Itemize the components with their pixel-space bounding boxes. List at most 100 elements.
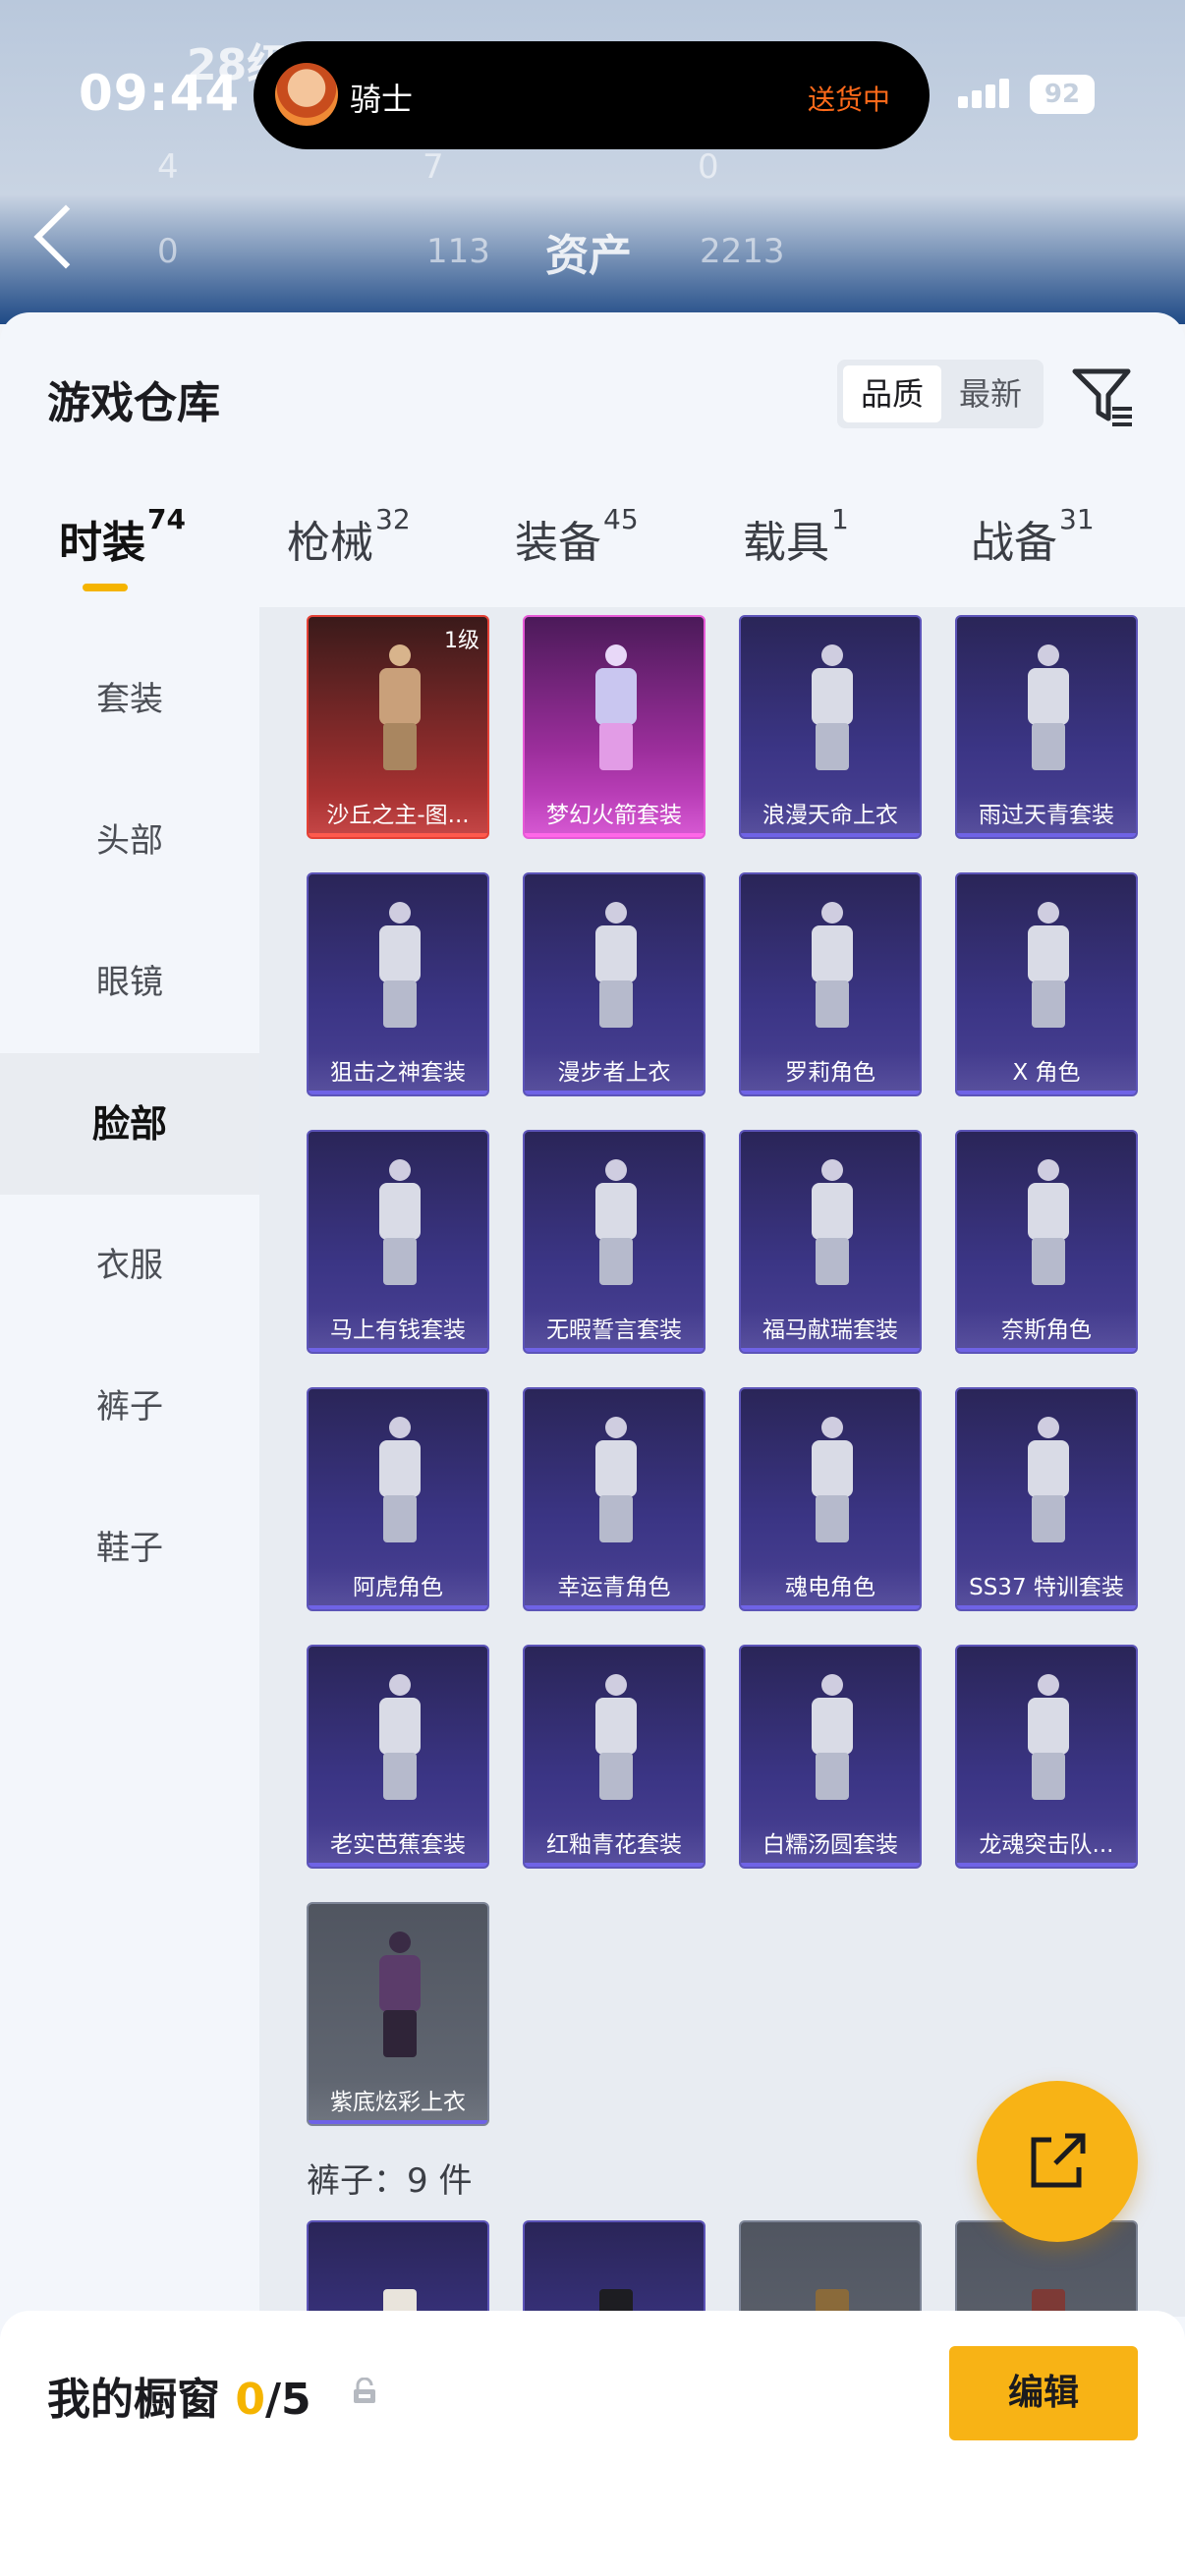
item-thumbnail xyxy=(1016,1674,1081,1800)
item-card[interactable]: 浪漫天命上衣 xyxy=(739,615,922,839)
sidebar-item-shoes[interactable]: 鞋子 xyxy=(0,1478,259,1619)
stat-2: 7 xyxy=(423,147,444,187)
tab-equipment[interactable]: 装备45 xyxy=(515,503,639,570)
sidebar-item-pants[interactable]: 裤子 xyxy=(0,1336,259,1478)
share-button[interactable] xyxy=(977,2081,1138,2242)
rarity-bar xyxy=(309,1863,487,1867)
item-name: 雨过天青套装 xyxy=(957,794,1136,837)
item-card[interactable]: 马上有钱套装 xyxy=(307,1130,489,1354)
item-card[interactable]: 魂电角色 xyxy=(739,1387,922,1611)
item-thumbnail xyxy=(584,902,649,1028)
item-thumbnail xyxy=(367,644,432,770)
item-name: 无暇誓言套装 xyxy=(525,1309,704,1352)
item-card[interactable]: 老实芭蕉套装 xyxy=(307,1645,489,1869)
tab-vehicles[interactable]: 载具1 xyxy=(743,503,849,570)
item-card[interactable]: 罗莉角色 xyxy=(739,872,922,1096)
item-name: 狙击之神套装 xyxy=(309,1051,487,1094)
item-name: 福马献瑞套装 xyxy=(741,1309,920,1352)
item-thumbnail xyxy=(1016,1417,1081,1542)
rarity-bar xyxy=(309,1091,487,1094)
sidebar-item-glasses[interactable]: 眼镜 xyxy=(0,912,259,1053)
item-card[interactable]: 幸运青角色 xyxy=(523,1387,705,1611)
rarity-bar xyxy=(957,833,1136,837)
dynamic-island[interactable]: 骑士 送货中 xyxy=(254,41,930,149)
item-thumbnail xyxy=(800,2250,865,2317)
item-card[interactable]: 红釉青花套装 xyxy=(523,1645,705,1869)
item-card[interactable]: X 角色 xyxy=(955,872,1138,1096)
item-thumbnail xyxy=(800,1159,865,1285)
profile-header-blurred: 28级 4 7 0 0 113 2213 资产 09:44 92 骑士 送货中 xyxy=(0,0,1185,324)
item-card[interactable]: 梦幻火箭套装 xyxy=(523,615,705,839)
rarity-bar xyxy=(741,833,920,837)
item-thumbnail xyxy=(800,1417,865,1542)
item-name: 梦幻火箭套装 xyxy=(525,794,704,837)
active-tab-indicator xyxy=(83,584,128,591)
item-thumbnail xyxy=(1016,644,1081,770)
item-card[interactable]: 紫底炫彩上衣 xyxy=(307,1902,489,2126)
item-grid: 裤子：9 件 1级 沙丘之主-图... 梦幻火箭套装 浪漫天命上衣 雨过天青套装狙击之神… xyxy=(259,607,1185,2317)
item-card[interactable]: 狙击之神套装 xyxy=(307,872,489,1096)
item-card[interactable]: 白糯汤圆套装 xyxy=(739,1645,922,1869)
sidebar-item-clothes[interactable]: 衣服 xyxy=(0,1195,259,1336)
item-card[interactable]: 无暇誓言套装 xyxy=(523,1130,705,1354)
item-card[interactable]: 阿虎角色 xyxy=(307,1387,489,1611)
item-card[interactable]: 奈斯角色 xyxy=(955,1130,1138,1354)
item-thumbnail xyxy=(1016,1159,1081,1285)
item-thumbnail xyxy=(584,1417,649,1542)
item-name: 红釉青花套装 xyxy=(525,1823,704,1867)
item-name: 白糯汤圆套装 xyxy=(741,1823,920,1867)
item-thumbnail xyxy=(800,644,865,770)
back-icon[interactable] xyxy=(33,204,98,269)
item-name: SS37 特训套装 xyxy=(957,1566,1136,1609)
sidebar-item-outfit[interactable]: 套装 xyxy=(0,629,259,770)
item-name: 幸运青角色 xyxy=(525,1566,704,1609)
item-card[interactable]: 1级 沙丘之主-图... xyxy=(307,615,489,839)
tab-guns[interactable]: 枪械32 xyxy=(287,503,411,570)
warehouse-title: 游戏仓库 xyxy=(47,378,220,428)
pants-item-card[interactable] xyxy=(739,2220,922,2317)
rider-avatar xyxy=(275,63,338,126)
pants-item-card[interactable] xyxy=(307,2220,489,2317)
battery-icon: 92 xyxy=(1030,75,1095,114)
item-name: X 角色 xyxy=(957,1051,1136,1094)
rarity-bar xyxy=(741,1605,920,1609)
item-level: 1级 xyxy=(444,629,480,653)
sidebar-item-head[interactable]: 头部 xyxy=(0,770,259,912)
pants-section-label: 裤子：9 件 xyxy=(307,2161,473,2201)
item-card[interactable]: 福马献瑞套装 xyxy=(739,1130,922,1354)
rarity-bar xyxy=(309,1605,487,1609)
tab-fashion[interactable]: 时装74 xyxy=(59,503,186,570)
rarity-bar xyxy=(525,1091,704,1094)
showcase-label: 我的橱窗 0/5 xyxy=(47,2375,311,2425)
showcase-bar: 我的橱窗 0/5 编辑 xyxy=(0,2311,1185,2576)
item-thumbnail xyxy=(800,1674,865,1800)
rarity-bar xyxy=(957,1348,1136,1352)
item-thumbnail xyxy=(367,2250,432,2317)
item-thumbnail xyxy=(367,1932,432,2057)
delivery-status: 送货中 xyxy=(807,84,890,116)
item-card[interactable]: 漫步者上衣 xyxy=(523,872,705,1096)
item-thumbnail xyxy=(1016,2250,1081,2317)
sort-quality-button[interactable]: 品质 xyxy=(843,365,941,422)
item-thumbnail xyxy=(367,1674,432,1800)
sidebar-item-face[interactable]: 脸部 xyxy=(0,1053,259,1195)
item-card[interactable]: 龙魂突击队... xyxy=(955,1645,1138,1869)
item-thumbnail xyxy=(367,1159,432,1285)
item-thumbnail xyxy=(584,2250,649,2317)
item-card[interactable]: 雨过天青套装 xyxy=(955,615,1138,839)
stat-6: 2213 xyxy=(700,232,785,271)
rarity-bar xyxy=(525,1863,704,1867)
sort-newest-button[interactable]: 最新 xyxy=(941,365,1040,422)
item-card[interactable]: SS37 特训套装 xyxy=(955,1387,1138,1611)
stat-4: 0 xyxy=(157,232,179,271)
item-thumbnail xyxy=(367,1417,432,1542)
pants-item-card[interactable] xyxy=(523,2220,705,2317)
rarity-bar xyxy=(309,833,487,837)
filter-icon[interactable] xyxy=(1069,362,1138,430)
tab-supplies[interactable]: 战备31 xyxy=(971,503,1095,570)
signal-icon xyxy=(958,79,1013,108)
edit-button[interactable]: 编辑 xyxy=(949,2346,1138,2440)
item-name: 奈斯角色 xyxy=(957,1309,1136,1352)
item-name: 老实芭蕉套装 xyxy=(309,1823,487,1867)
item-name: 浪漫天命上衣 xyxy=(741,794,920,837)
